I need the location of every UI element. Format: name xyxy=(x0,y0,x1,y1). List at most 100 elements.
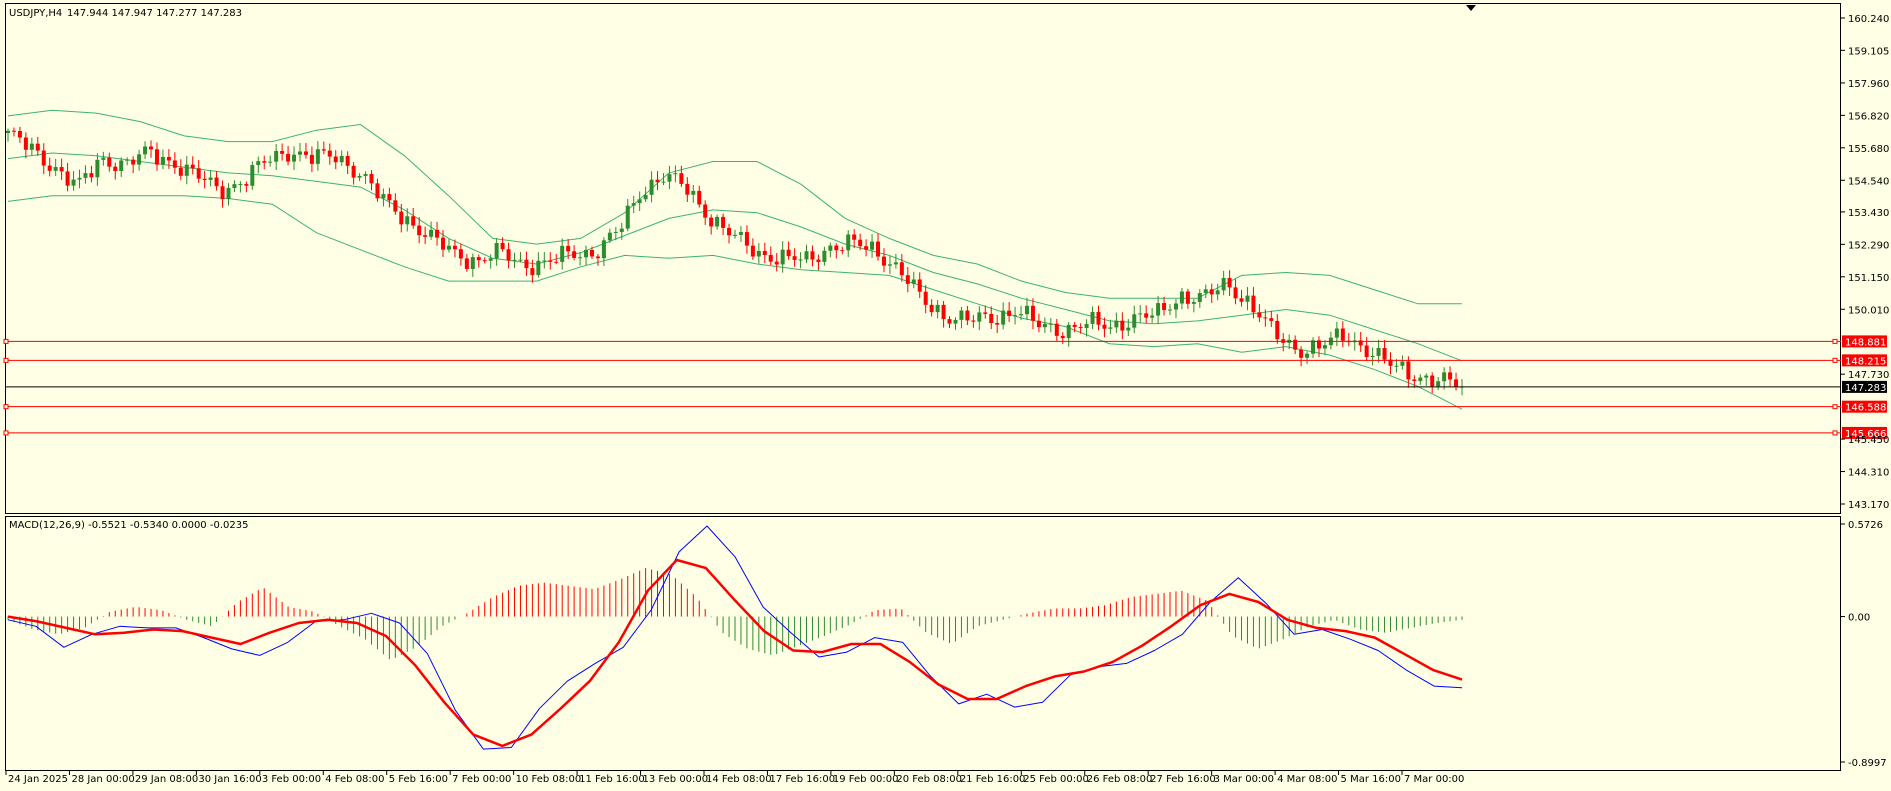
candle xyxy=(476,254,481,268)
candle xyxy=(435,221,440,246)
time-tick-label: 13 Feb 00:00 xyxy=(643,774,709,785)
candle-body xyxy=(1412,379,1417,382)
candle xyxy=(667,165,672,190)
candle-body xyxy=(95,159,100,178)
price-tick-label: 157.960 xyxy=(1848,79,1889,90)
candle xyxy=(196,160,201,184)
candle-body xyxy=(244,184,249,186)
candle-body xyxy=(405,216,410,225)
candle xyxy=(1066,322,1071,347)
candle xyxy=(89,165,94,183)
candle-body xyxy=(1078,327,1083,329)
chart-canvas[interactable]: 148.881148.215146.588145.666147.283 160.… xyxy=(0,0,1891,791)
candle xyxy=(107,152,112,172)
candle xyxy=(1090,306,1095,330)
candle-body xyxy=(721,216,726,228)
candle-body xyxy=(178,167,183,176)
candle-body xyxy=(23,137,28,150)
candle-body xyxy=(1227,277,1232,288)
candle-body xyxy=(387,194,392,201)
candle xyxy=(595,254,600,266)
candle-body xyxy=(286,153,291,162)
level-handle xyxy=(1832,404,1838,410)
candle-body xyxy=(333,156,338,163)
candle xyxy=(881,248,886,273)
candle-body xyxy=(858,239,863,247)
candle xyxy=(983,305,988,319)
candle-body xyxy=(750,245,755,257)
candle xyxy=(220,180,225,208)
candle xyxy=(1346,332,1351,347)
candle-body xyxy=(947,319,952,324)
candle-body xyxy=(1150,315,1155,318)
candle-body xyxy=(572,251,577,258)
candle xyxy=(1376,339,1381,363)
candle xyxy=(131,156,136,174)
price-tick-label: 151.150 xyxy=(1848,273,1889,284)
candle-body xyxy=(172,160,177,168)
candle xyxy=(446,238,451,253)
time-tick-label: 20 Feb 08:00 xyxy=(896,774,962,785)
candle xyxy=(113,162,118,180)
candle-body xyxy=(202,178,207,180)
candle xyxy=(1060,332,1065,344)
candle xyxy=(1036,313,1041,333)
candle-body xyxy=(810,251,815,260)
candle-body xyxy=(89,173,94,178)
candle xyxy=(965,305,970,326)
candle-body xyxy=(47,165,52,171)
candle-body xyxy=(536,260,541,276)
shift-marker-icon[interactable] xyxy=(1466,5,1476,11)
candle xyxy=(703,200,708,225)
candle xyxy=(1024,297,1029,321)
candle-body xyxy=(339,155,344,163)
candle xyxy=(1442,367,1447,390)
candle xyxy=(1394,359,1399,373)
candle-body xyxy=(458,249,463,259)
candle xyxy=(1168,304,1173,316)
candle xyxy=(750,238,755,260)
candle-body xyxy=(1090,311,1095,324)
candle-body xyxy=(899,262,904,276)
candle xyxy=(637,191,642,212)
candle xyxy=(345,151,350,175)
candle xyxy=(357,173,362,182)
candle-body xyxy=(1322,345,1327,349)
ohlc-label: 147.944 147.947 147.277 147.283 xyxy=(67,8,242,19)
candle xyxy=(274,144,279,171)
candle-body xyxy=(1215,290,1220,295)
candle-body xyxy=(762,250,767,256)
candle xyxy=(828,242,833,258)
candle xyxy=(625,199,630,232)
candle-body xyxy=(160,156,165,165)
candle-body xyxy=(190,164,195,169)
candle-body xyxy=(125,159,130,161)
candle-body xyxy=(840,250,845,252)
candle xyxy=(226,183,231,206)
candle-body xyxy=(1168,309,1173,311)
candle xyxy=(244,181,249,193)
candle-body xyxy=(1060,335,1065,339)
price-tick-label: 145.450 xyxy=(1848,435,1889,446)
candlesticks xyxy=(6,126,1464,396)
candle xyxy=(1120,312,1125,340)
candle xyxy=(1358,331,1363,352)
price-tick-label: 153.430 xyxy=(1848,208,1889,219)
level-tag-label: 148.881 xyxy=(1845,337,1886,348)
candle-body xyxy=(1239,298,1244,302)
horizontal-levels[interactable]: 148.881148.215146.588145.666147.283 xyxy=(3,335,1887,440)
candle-body xyxy=(506,249,511,261)
candle-body xyxy=(941,304,946,320)
price-tick-label: 150.010 xyxy=(1848,305,1889,316)
candle xyxy=(53,158,58,176)
candle xyxy=(1173,298,1178,319)
price-tick-label: 152.290 xyxy=(1848,240,1889,251)
candle-body xyxy=(1126,327,1131,331)
candle-body xyxy=(1376,347,1381,356)
candle xyxy=(1275,314,1280,344)
price-tick-label: 143.170 xyxy=(1848,500,1889,511)
candle xyxy=(709,214,714,235)
candle-body xyxy=(17,131,22,138)
candle-body xyxy=(65,171,70,186)
candle-body xyxy=(423,235,428,237)
